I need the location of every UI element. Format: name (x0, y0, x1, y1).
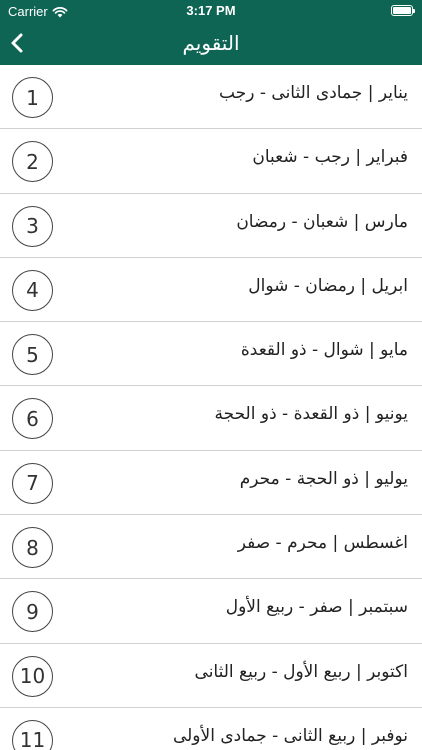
month-label: سبتمبر | صفر - ربيع الأول (225, 597, 408, 618)
month-number-badge: 2 (12, 141, 53, 183)
month-row[interactable]: 10 اكتوبر | ربيع الأول - ربيع الثانى (0, 643, 422, 708)
month-label: فبراير | رجب - شعبان (252, 147, 408, 168)
battery-icon (391, 5, 415, 16)
month-row[interactable]: 11 نوفبر | ربيع الثانى - جمادى الأولى (0, 707, 422, 750)
month-label: مايو | شوال - ذو القعدة (240, 340, 408, 361)
month-row[interactable]: 6 يونيو | ذو القعدة - ذو الحجة (0, 386, 422, 451)
status-bar: Carrier 3:17 PM (0, 0, 422, 22)
navigation-bar: التقويم (0, 22, 422, 65)
month-number-badge: 11 (12, 719, 53, 750)
month-label: اكتوبر | ربيع الأول - ربيع الثانى (194, 661, 408, 682)
app-header: Carrier 3:17 PM التقويم (0, 0, 422, 65)
month-row[interactable]: 2 فبراير | رجب - شعبان (0, 129, 422, 194)
month-label: يوليو | ذو الحجة - محرم (239, 468, 408, 489)
month-number-badge: 7 (12, 462, 53, 504)
month-label: ابريل | رمضان - شوال (248, 275, 408, 296)
month-row[interactable]: 3 مارس | شعبان - رمضان (0, 193, 422, 258)
month-number-badge: 9 (12, 591, 53, 633)
page-title: التقويم (182, 31, 240, 55)
month-number-badge: 3 (12, 205, 53, 247)
month-label: مارس | شعبان - رمضان (236, 211, 408, 232)
month-label: اغسطس | محرم - صفر (237, 533, 408, 554)
month-row[interactable]: 4 ابريل | رمضان - شوال (0, 257, 422, 323)
month-number-badge: 4 (12, 269, 53, 311)
month-row[interactable]: 1 يناير | جمادى الثانى - رجب (0, 65, 422, 130)
month-row[interactable]: 9 سبتمبر | صفر - ربيع الأول (0, 579, 422, 644)
month-label: نوفبر | ربيع الثانى - جمادى الأولى (172, 725, 408, 746)
month-label: يناير | جمادى الثانى - رجب (219, 83, 408, 103)
calendar-month-list: 1 يناير | جمادى الثانى - رجب 2 فبراير | رجب… (0, 65, 422, 750)
month-number-badge: 5 (12, 334, 53, 376)
month-row[interactable]: 5 مايو | شوال - ذو القعدة (0, 322, 422, 387)
month-number-badge: 1 (12, 77, 53, 118)
clock: 3:17 PM (186, 3, 236, 18)
month-row[interactable]: 8 اغسطس | محرم - صفر (0, 515, 422, 580)
month-number-badge: 10 (12, 655, 53, 697)
month-number-badge: 8 (12, 527, 53, 569)
month-number-badge: 6 (12, 398, 53, 440)
month-label: يونيو | ذو القعدة - ذو الحجة (214, 404, 409, 425)
month-row[interactable]: 7 يوليو | ذو الحجة - محرم (0, 450, 422, 516)
